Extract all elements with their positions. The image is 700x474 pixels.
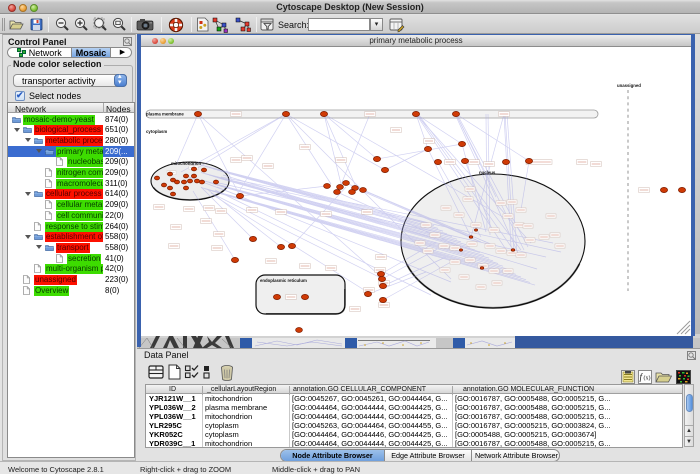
svg-text:endoplasmic reticulum: endoplasmic reticulum — [260, 278, 307, 283]
svg-text:mitochondrion: mitochondrion — [171, 161, 201, 166]
svg-text:unassigned: unassigned — [617, 83, 641, 88]
svg-text:(x): (x) — [644, 375, 651, 382]
svg-text:plasma membrane: plasma membrane — [146, 112, 184, 117]
svg-text:cytoplasm: cytoplasm — [146, 129, 167, 134]
svg-text:nucleus: nucleus — [479, 170, 496, 175]
